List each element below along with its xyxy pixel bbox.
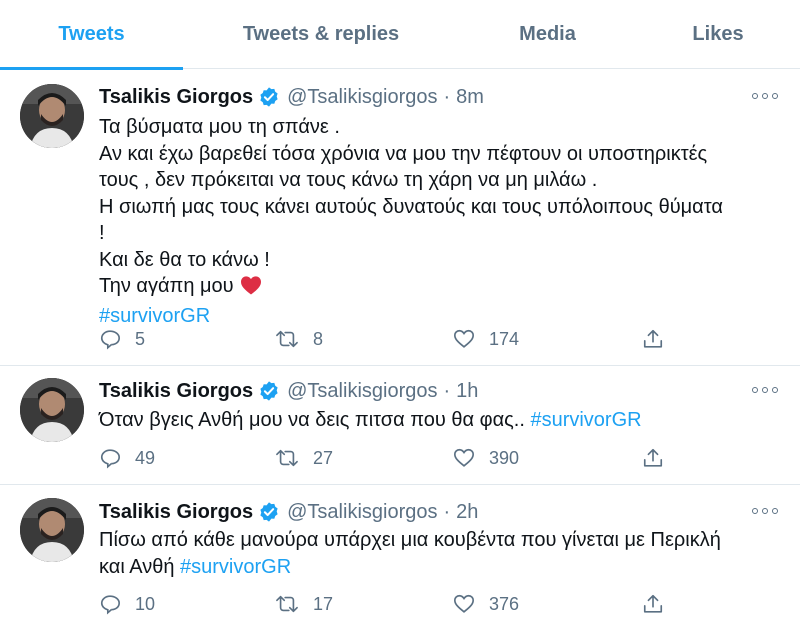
reply-count: 5: [135, 328, 146, 349]
tweet-text-line: τους , δεν πρόκειται να τους κάνω τη χάρ…: [99, 169, 598, 191]
tweet[interactable]: Tsalikis Giorgos @Tsalikisgiorgos · 1h Ό…: [0, 367, 800, 485]
retweet-icon: [276, 595, 298, 613]
heart-icon: [454, 329, 474, 348]
like-count: 174: [489, 328, 520, 349]
share-button[interactable]: [642, 325, 664, 353]
avatar[interactable]: [20, 84, 84, 148]
more-options-icon[interactable]: [752, 88, 778, 104]
red-heart-emoji-icon: [240, 275, 262, 303]
author-name[interactable]: Tsalikis Giorgos: [99, 380, 253, 403]
profile-tabs: Tweets Tweets & replies Media Likes: [0, 0, 800, 70]
tab-likes[interactable]: Likes: [636, 0, 800, 69]
share-button[interactable]: [642, 444, 664, 472]
more-options-icon[interactable]: [752, 503, 778, 519]
like-count: 390: [489, 447, 520, 468]
tweet-text-line: Και δε θα το κάνω !: [99, 248, 270, 271]
tweet-text: Τα βύσματα μου τη σπάνε . Αν και έχω βαρ…: [99, 114, 789, 329]
author-name[interactable]: Tsalikis Giorgos: [99, 86, 253, 109]
tweet-header: Tsalikis Giorgos @Tsalikisgiorgos · 1h: [99, 378, 478, 404]
like-button[interactable]: 174: [453, 325, 519, 353]
separator-dot: ·: [443, 500, 451, 523]
verified-badge-icon: [258, 380, 280, 402]
hashtag-link[interactable]: #survivorGR: [530, 409, 641, 431]
reply-icon: [100, 595, 120, 615]
reply-button[interactable]: 10: [99, 590, 155, 618]
tweet-text-line-with-heart: Την αγάπη μου: [99, 273, 789, 303]
tweet[interactable]: Tsalikis Giorgos @Tsalikisgiorgos · 2h Π…: [0, 486, 800, 638]
author-handle[interactable]: @Tsalikisgiorgos: [287, 86, 437, 109]
tweet-text-line: και Ανθή #survivorGR: [99, 554, 789, 581]
retweet-count: 17: [313, 593, 334, 614]
verified-badge-icon: [258, 86, 280, 108]
tab-tweets-and-replies[interactable]: Tweets & replies: [183, 0, 459, 69]
share-icon: [643, 448, 663, 467]
tweet-text-line: Τα βύσματα μου τη σπάνε .: [99, 116, 340, 138]
tweet-timestamp[interactable]: 2h: [456, 501, 478, 524]
tab-tweets[interactable]: Tweets: [0, 0, 183, 70]
tab-tweets-and-replies-label: Tweets & replies: [242, 23, 400, 45]
reply-count: 10: [135, 593, 156, 614]
tweet-text-content: και Ανθή: [99, 555, 175, 578]
tweet-timestamp[interactable]: 1h: [456, 380, 478, 403]
avatar[interactable]: [20, 498, 84, 562]
share-icon: [643, 329, 663, 348]
share-button[interactable]: [642, 590, 664, 618]
reply-icon: [100, 330, 120, 350]
separator-dot: ·: [443, 85, 451, 108]
avatar[interactable]: [20, 378, 84, 442]
reply-count: 49: [135, 447, 156, 468]
tweet-text-line: Την αγάπη μου: [99, 275, 234, 297]
retweet-icon: [276, 449, 298, 467]
tab-media[interactable]: Media: [459, 0, 636, 69]
tweet-text-line: !: [99, 222, 105, 244]
retweet-button[interactable]: 8: [275, 325, 323, 353]
hashtag-link[interactable]: #survivorGR: [180, 556, 291, 578]
reply-button[interactable]: 49: [99, 444, 155, 472]
tweet-text-line: Αν και έχω βαρεθεί τόσα χρόνια να μου τη…: [99, 142, 708, 165]
like-button[interactable]: 376: [453, 590, 519, 618]
tweet-text: Πίσω από κάθε μανούρα υπάρχει μια κουβέν…: [99, 527, 789, 580]
tab-tweets-label: Tweets: [58, 23, 125, 45]
heart-icon: [454, 448, 474, 467]
tweet-actions: 5 8 174: [99, 325, 679, 353]
more-options-icon[interactable]: [752, 382, 778, 398]
separator-dot: ·: [443, 379, 451, 402]
tweet-header: Tsalikis Giorgos @Tsalikisgiorgos · 2h: [99, 499, 478, 525]
tweet-text-line: Πίσω από κάθε μανούρα υπάρχει μια κουβέν…: [99, 529, 721, 551]
reply-icon: [100, 449, 120, 469]
tweet-actions: 49 27 390: [99, 444, 679, 472]
tweet-text-line: Η σιωπή μας τους κάνει αυτούς δυνατούς κ…: [99, 195, 723, 218]
tweet-header: Tsalikis Giorgos @Tsalikisgiorgos · 8m: [99, 84, 484, 110]
tweet-text-content: Όταν βγεις Ανθή μου να δεις πιτσα που θα…: [99, 409, 525, 431]
author-name[interactable]: Tsalikis Giorgos: [99, 501, 253, 524]
retweet-count: 27: [313, 447, 334, 468]
reply-button[interactable]: 5: [99, 325, 145, 353]
retweet-button[interactable]: 27: [275, 444, 333, 472]
tweet-text-line: Όταν βγεις Ανθή μου να δεις πιτσα που θα…: [99, 407, 789, 434]
verified-badge-icon: [258, 501, 280, 523]
tab-media-label: Media: [519, 23, 576, 45]
tweet-actions: 10 17 376: [99, 590, 679, 618]
like-button[interactable]: 390: [453, 444, 519, 472]
author-handle[interactable]: @Tsalikisgiorgos: [287, 380, 437, 403]
tweet-text: Όταν βγεις Ανθή μου να δεις πιτσα που θα…: [99, 407, 789, 434]
tab-likes-label: Likes: [692, 23, 744, 45]
tweet[interactable]: Tsalikis Giorgos @Tsalikisgiorgos · 8m Τ…: [0, 70, 800, 366]
retweet-button[interactable]: 17: [275, 590, 333, 618]
share-icon: [643, 594, 663, 613]
author-handle[interactable]: @Tsalikisgiorgos: [287, 501, 437, 524]
retweet-count: 8: [313, 328, 324, 349]
heart-icon: [454, 594, 474, 613]
retweet-icon: [276, 330, 298, 348]
like-count: 376: [489, 593, 520, 614]
tweet-timestamp[interactable]: 8m: [456, 86, 484, 109]
